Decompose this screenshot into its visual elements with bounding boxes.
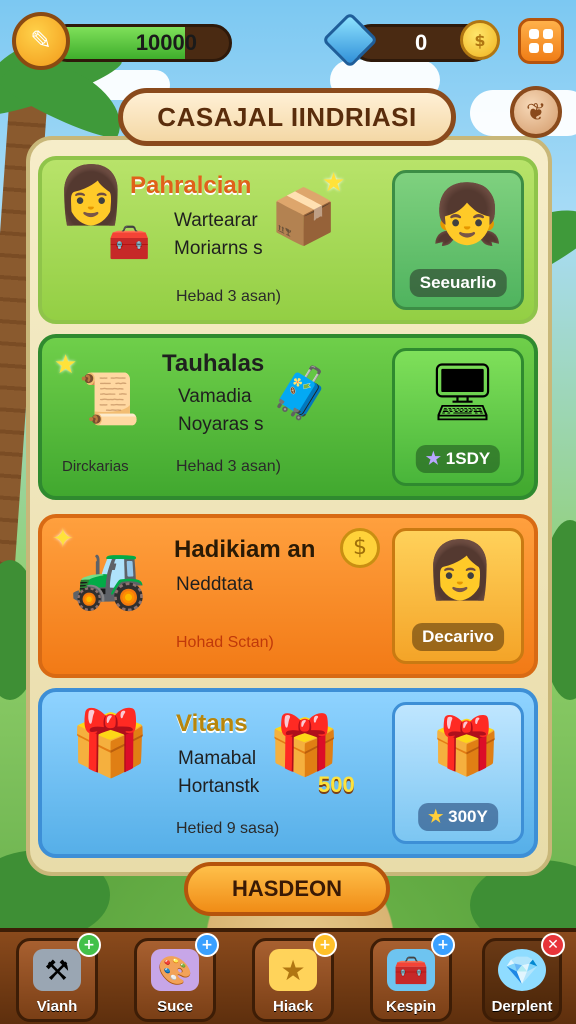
card-tauhalas[interactable]: ★ 📜 🧳 Tauhalas Vamadia Noyaras s Dirckar… [38, 334, 538, 500]
bottom-nav: ⚒ + Vianh 🎨 + Suce ★ + Hiack 🧰 + Kespin … [0, 928, 576, 1024]
character-icon: 👩 [425, 538, 495, 603]
gift-box-icon: 🎁 [431, 714, 501, 779]
card-line-2: Moriarns s [174, 238, 263, 259]
brush-icon[interactable]: ✎ [12, 12, 70, 70]
card-hadikiam[interactable]: ✦ 🚜 Hadikiam an $ Neddtata Hohad Sctan) … [38, 514, 538, 678]
card-line-2: Noyaras s [178, 414, 264, 435]
card-side-panel[interactable]: 🖥 ★ 1SDY [392, 348, 524, 486]
add-badge-icon: + [313, 933, 337, 957]
card-side-panel[interactable]: 👧 Seeuarlio [392, 170, 524, 310]
chest-icon: 🧰 [108, 223, 151, 263]
nav-item-vianh[interactable]: ⚒ + Vianh [16, 933, 101, 1022]
card-sub: Hehad 3 asan) [176, 458, 281, 475]
coin-icon: $ [340, 528, 380, 568]
nav-item-kespin[interactable]: 🧰 + Kespin [370, 933, 455, 1022]
coin-value: 10000 [135, 30, 197, 55]
package-icon: 📦 [270, 185, 338, 248]
top-hud: 10000 ✎ 0 $ [0, 8, 576, 72]
add-badge-icon: + [77, 933, 101, 957]
nav-label: Suce [157, 998, 193, 1015]
menu-button[interactable] [518, 18, 564, 64]
card-title: Tauhalas [162, 350, 265, 377]
coin-progress-bar: 10000 [48, 24, 232, 62]
leaf-icon[interactable]: ❦ [510, 86, 562, 138]
machine-icon: 🚜 [70, 540, 148, 613]
paint-icon: 🎨 [151, 949, 199, 991]
machine-icon: 🖥 [427, 360, 499, 425]
card-line-1: Mamabal [178, 748, 257, 769]
side-label: ★ 300Y [418, 803, 498, 831]
grid-icon [529, 29, 539, 39]
card-sub: Hohad Sctan) [176, 634, 274, 651]
card-pahralcian[interactable]: 👩 🧰 📦 ★ Pahralcian Wartearar Moriarns s … [38, 156, 538, 324]
star-icon: ★ [54, 350, 78, 380]
card-line-1: Neddtata [176, 574, 254, 595]
map-scroll-icon: 📜 [78, 370, 141, 428]
gift-value: 500 [318, 772, 355, 797]
nav-label: Hiack [272, 998, 314, 1015]
anvil-icon: ⚒ [33, 949, 81, 991]
add-badge-icon: + [431, 933, 455, 957]
nav-item-suce[interactable]: 🎨 + Suce [134, 933, 219, 1022]
gold-coin-icon[interactable]: $ [460, 20, 500, 60]
star-icon: ★ [269, 949, 317, 991]
add-badge-icon: + [195, 933, 219, 957]
character-icon: 👩 [56, 163, 126, 228]
card-title: Hadikiam an [174, 536, 316, 563]
card-title: Vitans [176, 710, 248, 737]
page-title: CASAJAL IINDRIASI [118, 88, 456, 146]
nav-label: Vianh [36, 998, 78, 1015]
nav-label: Derplent [491, 998, 553, 1015]
card-side-panel[interactable]: 👩 Decarivo [392, 528, 524, 664]
card-line-1: Vamadia [178, 386, 252, 407]
close-badge-icon: ✕ [541, 933, 565, 957]
nav-label: Kespin [385, 998, 436, 1015]
gift-box-icon: 🎁 [268, 711, 341, 779]
card-line-2: Hortanstk [178, 776, 260, 797]
nav-item-derplent[interactable]: 💎 ✕ Derplent [482, 933, 565, 1022]
side-label: Seeuarlio [409, 269, 507, 297]
gem-value: 0 [415, 30, 428, 55]
star-icon: ★ [322, 168, 346, 198]
card-title: Pahralcian [130, 172, 252, 199]
card-vitans[interactable]: 🎁 🎁 Vitans Mamabal Hortanstk 500 Hetied … [38, 688, 538, 858]
toolbox-icon: 🧰 [387, 949, 435, 991]
card-sub: Hetied 9 sasa) [176, 820, 280, 837]
card-left-label: Dirckarias [62, 458, 129, 475]
cta-button[interactable]: HASDEON [184, 862, 390, 916]
star-icon: ★ [425, 449, 446, 468]
character-icon: 👧 [431, 180, 504, 248]
side-label: ★ 1SDY [415, 445, 501, 473]
star-icon: ★ [428, 807, 449, 826]
crate-icon: 🧳 [270, 364, 333, 422]
card-sub: Hebad 3 asan) [176, 288, 281, 305]
crystal-icon: 💎 [498, 949, 546, 991]
side-label: Decarivo [412, 623, 504, 651]
gift-box-icon: 🎁 [70, 707, 150, 781]
nav-item-hiack[interactable]: ★ + Hiack [252, 933, 337, 1022]
card-line-1: Wartearar [174, 210, 258, 231]
card-side-panel[interactable]: 🎁 ★ 300Y [392, 702, 524, 844]
